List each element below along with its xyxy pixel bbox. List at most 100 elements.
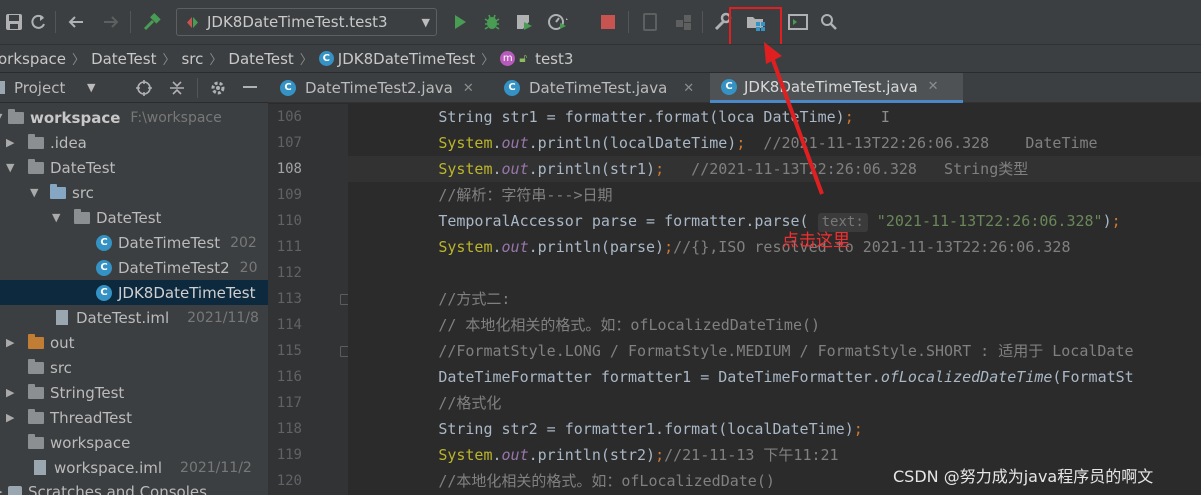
code-line: DateTimeFormatter formatter1 = DateTimeF…	[348, 364, 1201, 390]
method-icon: m	[500, 51, 516, 66]
tree-item-src-root[interactable]: src	[0, 355, 268, 380]
run-configuration-selector[interactable]: JDK8DateTimeTest.test3 ▼	[176, 8, 437, 36]
breadcrumb-item[interactable]: DateTest	[228, 50, 293, 68]
code-line: //方式二:	[348, 286, 1201, 312]
back-icon[interactable]	[64, 10, 88, 34]
line-number: 108	[276, 161, 302, 177]
tree-item-workspace[interactable]: workspace	[0, 430, 268, 455]
tree-item-threadtest[interactable]: ▶ ThreadTest	[0, 405, 268, 430]
sdk-manager-icon[interactable]	[672, 10, 696, 34]
collapse-all-icon[interactable]	[168, 79, 186, 101]
tree-item-workspace-root[interactable]: ▼ workspace F:\workspace	[0, 105, 268, 130]
line-number: 112	[276, 265, 302, 281]
save-icon[interactable]	[2, 10, 26, 34]
code-line: //格式化	[348, 390, 1201, 416]
tree-item-package-datetest[interactable]: ▼ DateTest	[0, 205, 268, 230]
tab-jdk8datetimetest[interactable]: C JDK8DateTimeTest.java ✕	[710, 73, 963, 103]
debug-icon[interactable]	[480, 10, 504, 34]
breadcrumb-item[interactable]: DateTest	[91, 50, 156, 68]
editor-tabs: C DateTimeTest2.java ✕ C DateTimeTest.ja…	[268, 73, 1201, 103]
code-line: //FormatStyle.LONG / FormatStyle.MEDIUM …	[348, 338, 1201, 364]
breadcrumb: orkspace 〉 DateTest 〉 src 〉 DateTest 〉 C…	[0, 44, 1201, 72]
tree-item-jdk8datetimetest[interactable]: C JDK8DateTimeTest	[0, 280, 268, 305]
tree-item-src[interactable]: ▼ src	[0, 180, 268, 205]
search-icon[interactable]	[817, 10, 841, 34]
code-token: ;	[1111, 212, 1121, 230]
run-icon[interactable]	[448, 10, 472, 34]
project-tree: ▼ workspace F:\workspace ▶ .idea ▼ DateT…	[0, 103, 268, 495]
terminal-icon[interactable]	[786, 10, 810, 34]
breadcrumb-item[interactable]: src	[181, 50, 203, 68]
line-number: 107	[276, 135, 302, 151]
project-icon	[0, 81, 5, 94]
stop-icon[interactable]	[596, 10, 620, 34]
code-token: System	[438, 446, 493, 464]
code-token: ;	[655, 446, 665, 464]
code-token: .println(str1)	[528, 160, 656, 178]
close-icon[interactable]: ✕	[928, 79, 939, 94]
close-icon[interactable]: ✕	[683, 81, 694, 96]
code-line: String str2 = formatter1.format(localDat…	[348, 416, 1201, 442]
code-token: ofLocalizedDateTime	[880, 368, 1053, 386]
close-icon[interactable]: ✕	[463, 81, 474, 96]
code-token: //解析：字符串--->日期	[438, 186, 613, 204]
code-token: .	[492, 446, 502, 464]
scratches-icon	[8, 485, 22, 495]
forward-icon[interactable]	[99, 10, 123, 34]
minimize-icon[interactable]	[243, 86, 257, 88]
line-number: 117	[276, 395, 302, 411]
line-number: 113	[276, 291, 302, 307]
code-token: .	[492, 238, 502, 256]
sync-icon[interactable]	[26, 10, 50, 34]
tab-datetimetest[interactable]: C DateTimeTest.java ✕	[494, 73, 710, 103]
java-class-icon: C	[721, 78, 737, 95]
line-number-gutter: 106 107 108 109 110 111 112 113 114 115 …	[268, 104, 349, 495]
chevron-right-icon: 〉	[162, 53, 176, 68]
code-token: )	[1102, 212, 1112, 230]
code-token: TemporalAccessor parse = formatter.parse…	[438, 212, 809, 230]
line-number: 118	[276, 421, 302, 437]
line-number: 119	[276, 447, 302, 463]
chevron-right-icon: 〉	[72, 53, 86, 68]
build-hammer-icon[interactable]	[140, 10, 164, 34]
code-token: // 本地化相关的格式。如：ofLocalizedDateTime()	[438, 316, 821, 334]
line-number: 109	[276, 187, 302, 203]
tree-item-datetest[interactable]: ▼ DateTest	[0, 155, 268, 180]
tree-item-out[interactable]: ▶ out	[0, 330, 268, 355]
line-number: 106	[276, 109, 302, 125]
line-number: 110	[276, 213, 302, 229]
tree-item-workspace-iml[interactable]: workspace.iml 2021/11/2	[0, 455, 268, 480]
code-token: "2021-11-13T22:26:06.328"	[867, 212, 1103, 230]
tree-item-stringtest[interactable]: ▶ StringTest	[0, 380, 268, 405]
code-token: //格式化	[438, 394, 502, 412]
public-lock-icon: 🔓︎	[519, 51, 528, 65]
breadcrumb-item[interactable]: test3	[535, 50, 573, 68]
java-class-icon: C	[318, 51, 334, 66]
line-number: 115	[276, 343, 302, 359]
code-token: .	[492, 160, 502, 178]
tab-datetimetest2[interactable]: C DateTimeTest2.java ✕	[268, 73, 494, 103]
gear-icon[interactable]	[208, 78, 228, 102]
project-panel-title[interactable]: Project	[14, 79, 65, 97]
code-token: System	[438, 238, 493, 256]
locate-file-icon[interactable]	[135, 79, 153, 101]
tree-item-datetimetest2[interactable]: C DateTimeTest2 20	[0, 255, 268, 280]
code-token: ;	[844, 108, 854, 126]
chevron-down-icon[interactable]: ▼	[87, 81, 95, 94]
profile-icon[interactable]	[546, 10, 570, 34]
tree-item-idea[interactable]: ▶ .idea	[0, 130, 268, 155]
code-token: String str2 = formatter1.format(localDat…	[438, 420, 854, 438]
tree-item-scratches[interactable]: ▶ Scratches and Consoles	[0, 479, 268, 495]
code-token: out	[501, 446, 529, 464]
line-number: 120	[276, 473, 302, 489]
tree-item-datetimetest[interactable]: C DateTimeTest 202	[0, 230, 268, 255]
breadcrumb-item[interactable]: JDK8DateTimeTest	[338, 50, 475, 68]
code-token: //21-11-13 下午11:21	[664, 446, 839, 464]
tree-item-datetest-iml[interactable]: DateTest.iml 2021/11/8	[0, 305, 268, 330]
breadcrumb-item[interactable]: orkspace	[0, 50, 66, 68]
annotation-label: 点击这里	[782, 231, 850, 251]
iml-file-icon	[34, 460, 46, 475]
coverage-icon[interactable]	[512, 10, 536, 34]
device-icon[interactable]	[638, 10, 662, 34]
chevron-down-icon: ▼	[421, 16, 430, 29]
